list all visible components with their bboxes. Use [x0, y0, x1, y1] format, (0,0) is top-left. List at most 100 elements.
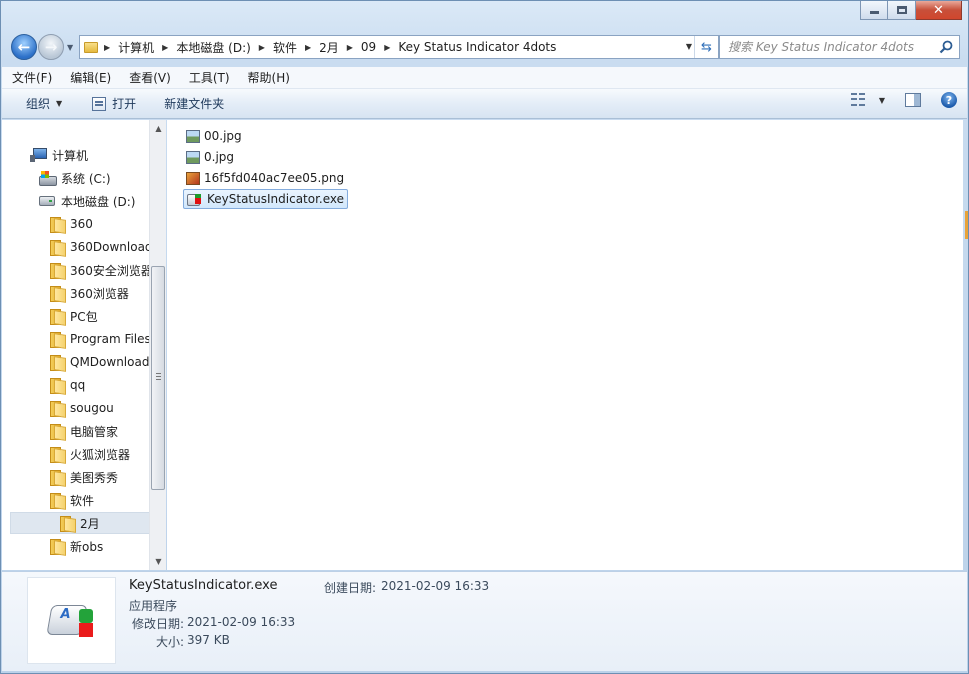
arrow-left-icon: ← — [17, 38, 31, 56]
search-icon[interactable] — [939, 40, 953, 54]
folder-icon — [60, 516, 74, 532]
nav-item-folder[interactable]: sougou — [50, 397, 114, 419]
details-size-value: 397 KB — [187, 633, 230, 647]
nav-item-local-drive[interactable]: 本地磁盘 (D:) — [39, 190, 135, 212]
nav-item-folder[interactable]: Program Files — [50, 328, 151, 350]
navigation-pane: 计算机 系统 (C:) 本地磁盘 (D:) 360 360Download 36… — [2, 120, 165, 570]
nav-item-folder[interactable]: 360安全浏览器 — [50, 259, 153, 281]
scroll-down-arrow-icon[interactable]: ▼ — [150, 553, 167, 570]
nav-item-folder[interactable]: 火狐浏览器 — [50, 443, 130, 465]
menu-help[interactable]: 帮助(H) — [246, 67, 292, 88]
nav-item-folder[interactable]: QMDownload — [50, 351, 149, 373]
search-input[interactable] — [728, 40, 938, 54]
menu-file[interactable]: 文件(F) — [10, 67, 54, 88]
breadcrumb-09[interactable]: 09 — [361, 40, 376, 54]
nav-item-folder[interactable]: 360 — [50, 213, 93, 235]
address-bar[interactable]: ▶ 计算机 ▶ 本地磁盘 (D:) ▶ 软件 ▶ 2月 ▶ 09 ▶ Key S… — [79, 35, 719, 59]
chevron-right-icon[interactable]: ▶ — [305, 43, 311, 52]
image-file-icon — [186, 129, 200, 143]
folder-icon — [50, 378, 64, 394]
file-item-0-jpg[interactable]: 0.jpg — [183, 147, 237, 167]
key-status-app-icon: A — [45, 601, 95, 641]
chevron-right-icon[interactable]: ▶ — [162, 43, 168, 52]
folder-icon — [50, 332, 64, 348]
file-item-png[interactable]: 16f5fd040ac7ee05.png — [183, 168, 347, 188]
file-item-exe[interactable]: KeyStatusIndicator.exe — [183, 189, 349, 209]
breadcrumb-current-folder[interactable]: Key Status Indicator 4dots — [398, 40, 556, 54]
nav-item-label: 360Download — [70, 240, 153, 254]
chevron-right-icon[interactable]: ▶ — [259, 43, 265, 52]
view-options-dropdown[interactable]: ▼ — [879, 96, 885, 105]
nav-item-label: 2月 — [80, 516, 100, 531]
breadcrumb-local-drive[interactable]: 本地磁盘 (D:) — [176, 39, 250, 56]
scrollbar-thumb[interactable] — [151, 266, 165, 490]
maximize-button[interactable] — [888, 1, 916, 20]
nav-item-february[interactable]: 2月 — [10, 512, 150, 534]
breadcrumb-february[interactable]: 2月 — [319, 39, 339, 56]
nav-item-folder[interactable]: 新obs — [50, 535, 103, 557]
forward-button[interactable]: → — [38, 34, 64, 60]
nav-item-system-drive[interactable]: 系统 (C:) — [39, 167, 111, 189]
nav-item-label: QMDownload — [70, 355, 150, 369]
nav-item-folder[interactable]: 360Download — [50, 236, 153, 258]
view-controls: ▼ ? — [850, 92, 957, 108]
nav-item-label: 火狐浏览器 — [70, 447, 131, 462]
close-icon: ✕ — [933, 2, 944, 18]
nav-item-computer[interactable]: 计算机 — [30, 144, 88, 166]
organize-label: 组织 — [26, 97, 51, 111]
scroll-up-arrow-icon[interactable]: ▲ — [150, 120, 167, 137]
minimize-button[interactable] — [860, 1, 888, 20]
application-icon — [187, 192, 203, 206]
nav-item-folder[interactable]: 电脑管家 — [50, 420, 118, 442]
nav-item-folder[interactable]: qq — [50, 374, 85, 396]
folder-icon — [84, 41, 98, 53]
change-view-icon[interactable] — [850, 93, 867, 107]
nav-scrollbar[interactable]: ▲ ▼ — [149, 120, 166, 570]
new-folder-label: 新建文件夹 — [164, 97, 225, 111]
nav-item-folder[interactable]: PC包 — [50, 305, 98, 327]
open-button[interactable]: 打开 — [84, 92, 144, 116]
new-folder-button[interactable]: 新建文件夹 — [156, 92, 232, 116]
hard-drive-icon — [39, 196, 55, 206]
file-name: 0.jpg — [204, 150, 235, 164]
breadcrumb-computer[interactable]: 计算机 — [118, 39, 154, 56]
breadcrumb-software[interactable]: 软件 — [273, 39, 297, 56]
details-file-type: 应用程序 — [129, 599, 178, 613]
file-item-00-jpg[interactable]: 00.jpg — [183, 126, 245, 146]
chevron-right-icon[interactable]: ▶ — [347, 43, 353, 52]
folder-icon — [50, 424, 64, 440]
details-created-value: 2021-02-09 16:33 — [381, 579, 490, 593]
chevron-right-icon[interactable]: ▶ — [104, 43, 110, 52]
address-history-dropdown[interactable]: ▼ — [686, 42, 692, 51]
file-name: KeyStatusIndicator.exe — [207, 192, 345, 206]
nav-item-label: 电脑管家 — [70, 424, 119, 439]
nav-item-folder[interactable]: 360浏览器 — [50, 282, 129, 304]
organize-button[interactable]: 组织 ▼ — [18, 92, 70, 116]
folder-icon — [50, 493, 64, 509]
menu-tools[interactable]: 工具(T) — [187, 67, 232, 88]
command-bar: 组织 ▼ 打开 新建文件夹 ▼ ? — [2, 89, 967, 119]
menu-edit[interactable]: 编辑(E) — [68, 67, 113, 88]
close-button[interactable]: ✕ — [916, 1, 962, 20]
folder-icon — [50, 470, 64, 486]
explorer-window: ✕ ← → ▼ ▶ 计算机 ▶ 本地磁盘 (D:) ▶ 软件 ▶ 2月 ▶ 09… — [0, 0, 969, 674]
arrow-right-icon: → — [44, 38, 58, 56]
png-file-icon — [186, 171, 200, 185]
help-icon[interactable]: ? — [941, 92, 957, 108]
details-modified-value: 2021-02-09 16:33 — [187, 615, 296, 629]
grip-icon — [156, 373, 161, 380]
nav-item-folder[interactable]: 软件 — [50, 489, 94, 511]
back-button[interactable]: ← — [11, 34, 37, 60]
refresh-button[interactable]: ⇆ — [694, 36, 718, 58]
details-pane: A KeyStatusIndicator.exe 应用程序 修改日期: 2021… — [2, 571, 967, 671]
preview-pane-icon[interactable] — [905, 93, 921, 107]
nav-item-folder[interactable]: 美图秀秀 — [50, 466, 118, 488]
details-modified-label: 修改日期: — [131, 617, 184, 631]
folder-icon — [50, 355, 64, 371]
chevron-right-icon[interactable]: ▶ — [384, 43, 390, 52]
recent-pages-dropdown[interactable]: ▼ — [67, 43, 73, 52]
refresh-icon: ⇆ — [701, 39, 712, 55]
nav-item-label: 美图秀秀 — [70, 470, 119, 485]
nav-item-label: 计算机 — [52, 148, 89, 163]
menu-view[interactable]: 查看(V) — [127, 67, 173, 88]
